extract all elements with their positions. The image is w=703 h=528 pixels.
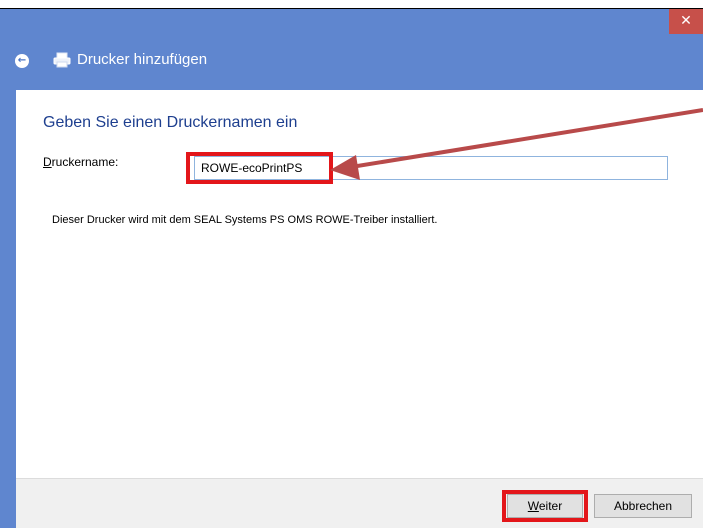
window-title: Drucker hinzufügen (77, 51, 208, 68)
printer-icon (53, 52, 71, 68)
dialog-header: ← Drucker hinzufügen (0, 40, 703, 80)
close-button[interactable]: ✕ (669, 9, 703, 34)
label-access-key: D (43, 155, 52, 169)
back-button[interactable]: ← (15, 54, 29, 68)
next-access-key: W (527, 499, 539, 513)
top-rule (0, 0, 703, 9)
next-button[interactable]: Weiter (507, 494, 583, 518)
printer-name-label: Druckername: (43, 155, 118, 169)
driver-info-text: Dieser Drucker wird mit dem SEAL Systems… (52, 214, 438, 226)
next-label: eiter (538, 499, 563, 513)
close-icon: ✕ (680, 13, 692, 29)
label-text: ruckername: (51, 155, 119, 169)
back-icon: ← (17, 55, 27, 66)
page-heading: Geben Sie einen Druckernamen ein (43, 114, 298, 131)
cancel-button[interactable]: Abbrechen (594, 494, 692, 518)
annotation-arrow (330, 108, 703, 180)
